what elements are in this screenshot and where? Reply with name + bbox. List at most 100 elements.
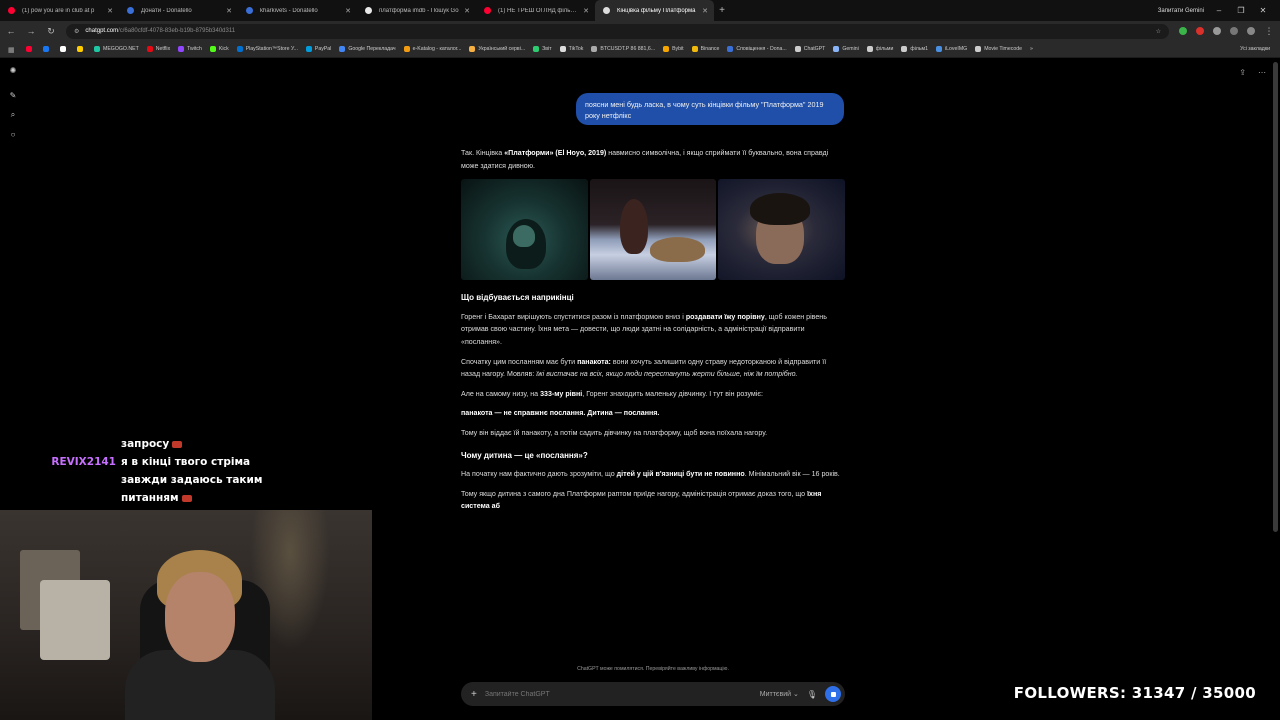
bookmark-item[interactable]: Google Перекладач: [339, 46, 396, 52]
bookmark-item[interactable]: PlayStation™Store У...: [236, 46, 298, 52]
chat-header-actions: ⇪ ⋯: [1239, 68, 1266, 77]
close-tab-icon[interactable]: ✕: [345, 7, 351, 15]
bookmark-star-icon[interactable]: ☆: [1156, 28, 1161, 35]
bookmark-label: PayPal: [314, 46, 332, 52]
bookmark-label: iLoveIMG: [945, 46, 968, 52]
bookmark-item[interactable]: Звіт: [533, 46, 552, 52]
bookmark-item[interactable]: Український серві...: [469, 46, 525, 52]
browser-tab[interactable]: kharkivets - Donatello ✕: [238, 0, 357, 21]
answer-image-gallery: [461, 179, 846, 281]
bookmark-item[interactable]: BTCUSDT.P 86 881,6...: [591, 46, 655, 52]
bookmark-item[interactable]: фільм1: [901, 46, 928, 52]
bookmark-item[interactable]: Gemini: [833, 46, 859, 52]
stop-generating-button[interactable]: [825, 686, 841, 702]
new-tab-button[interactable]: +: [714, 5, 730, 16]
bookmark-item[interactable]: [60, 46, 69, 52]
minimize-icon[interactable]: –: [1212, 6, 1226, 15]
openai-logo-icon[interactable]: ✺: [10, 66, 17, 75]
answer-paragraph-6: На початку нам фактично дають зрозуміти,…: [461, 470, 840, 479]
bookmark-item[interactable]: Binance: [691, 46, 719, 52]
assistant-message: Так. Кінцівка «Платформи» (El Hoyo, 2019…: [461, 147, 846, 520]
bookmark-favicon-icon: [94, 46, 100, 52]
bookmark-item[interactable]: e-Katalog - каталог...: [403, 46, 461, 52]
bookmark-favicon-icon: [591, 46, 598, 52]
share-icon[interactable]: ⇪: [1239, 68, 1246, 77]
bookmark-favicon-icon: [146, 46, 153, 52]
browser-menu-icon[interactable]: ⋮: [1264, 26, 1274, 37]
browser-tab[interactable]: платформа imdb - Пошук Go ✕: [357, 0, 476, 21]
prompt-input[interactable]: [484, 690, 752, 698]
bookmark-item[interactable]: Bybit: [663, 46, 684, 52]
bookmark-favicon-icon: [403, 46, 410, 52]
bookmark-item[interactable]: Netflix: [146, 46, 170, 52]
answer-paragraph-4: панакота — не справжнє послання. Дитина …: [461, 409, 660, 418]
bookmark-label: Twitch: [187, 46, 202, 52]
bookmark-favicon-icon: [533, 46, 540, 52]
bookmark-item[interactable]: Movie Timecode: [975, 46, 1022, 52]
bookmark-item[interactable]: [77, 46, 86, 52]
bookmark-favicon-icon: [866, 46, 873, 52]
bookmark-label: Bybit: [672, 46, 684, 52]
bookmark-label: MEGOGO.NET: [103, 46, 139, 52]
bookmark-label: Сповіщення - Dona...: [736, 46, 787, 52]
bookmarks-overflow-button[interactable]: »: [1030, 46, 1033, 52]
apps-grid-icon[interactable]: ▦: [8, 46, 15, 54]
bookmark-item[interactable]: MEGOGO.NET: [94, 46, 139, 52]
page-scrollbar[interactable]: [1273, 62, 1278, 532]
bookmark-label: Український серві...: [478, 46, 526, 52]
bookmark-label: Звіт: [542, 46, 552, 52]
gemini-button[interactable]: Запитати Gemini: [1158, 8, 1204, 14]
close-tab-icon[interactable]: ✕: [583, 7, 589, 15]
search-chats-icon[interactable]: ⌕: [11, 110, 15, 120]
bookmark-favicon-icon: [209, 46, 216, 52]
new-chat-icon[interactable]: ✎: [10, 91, 17, 100]
bookmark-label: Gemini: [842, 46, 859, 52]
site-info-icon[interactable]: ⚙: [74, 28, 79, 35]
bookmark-item[interactable]: PayPal: [305, 46, 332, 52]
bookmark-favicon-icon: [559, 46, 566, 52]
profile-avatar-icon[interactable]: [1247, 27, 1255, 35]
microphone-icon[interactable]: 🎙: [807, 690, 817, 699]
bookmark-item[interactable]: фільми: [866, 46, 893, 52]
bookmark-item[interactable]: Twitch: [178, 46, 202, 52]
browser-tab[interactable]: Кінцівка фільму Платформа ✕: [595, 0, 714, 21]
extensions-puzzle-icon[interactable]: [1230, 27, 1238, 35]
close-tab-icon[interactable]: ✕: [226, 7, 232, 15]
address-bar[interactable]: ⚙ chatgpt.com/c/6a80cfdf-4078-83eb-b19b-…: [66, 23, 1169, 39]
bookmark-item[interactable]: [43, 46, 52, 52]
bookmark-item[interactable]: TikTok: [559, 46, 583, 52]
bookmark-item[interactable]: iLoveIMG: [936, 46, 967, 52]
close-tab-icon[interactable]: ✕: [702, 7, 708, 15]
movie-still-image-1[interactable]: [461, 179, 588, 281]
close-tab-icon[interactable]: ✕: [107, 7, 113, 15]
answer-intro: Так. Кінцівка «Платформи» (El Hoyo, 2019…: [461, 149, 829, 170]
model-mode-selector[interactable]: Миттєвий ⌄: [760, 690, 799, 698]
bookmark-label: Kick: [218, 46, 229, 52]
extension-shield-icon[interactable]: [1179, 27, 1187, 35]
extension-red-icon[interactable]: [1196, 27, 1204, 35]
add-attachment-icon[interactable]: +: [471, 689, 477, 700]
tab-favicon-icon: [603, 7, 610, 14]
movie-still-image-3[interactable]: [718, 179, 846, 281]
browser-tab[interactable]: (1) НЕ ТРЕШ ОГЛЯД фільму П ✕: [476, 0, 595, 21]
tab-title: Донати - Donatello: [141, 7, 192, 14]
bookmark-item[interactable]: Сповіщення - Dona...: [727, 46, 787, 52]
movie-still-image-2[interactable]: [589, 179, 717, 281]
tab-favicon-icon: [484, 7, 491, 14]
bookmark-item[interactable]: Kick: [209, 46, 229, 52]
bookmark-item[interactable]: ChatGPT: [794, 46, 825, 52]
maximize-icon[interactable]: ❐: [1234, 6, 1248, 15]
close-window-icon[interactable]: ✕: [1256, 6, 1270, 15]
chats-icon[interactable]: ○: [11, 130, 16, 139]
browser-tab[interactable]: Донати - Donatello ✕: [119, 0, 238, 21]
back-icon[interactable]: ←: [6, 26, 16, 36]
browser-tab[interactable]: (1) pow you are in club at p ✕: [0, 0, 119, 21]
forward-icon[interactable]: →: [26, 26, 36, 36]
reload-icon[interactable]: ↻: [46, 26, 56, 37]
close-tab-icon[interactable]: ✕: [464, 7, 470, 15]
all-bookmarks-button[interactable]: Усі закладки: [1240, 46, 1280, 52]
bookmarks-bar: ▦ MEGOGO.NET Netflix Twitch Kick PlayStation…: [0, 41, 1280, 58]
extension-gear-icon[interactable]: [1213, 27, 1221, 35]
bookmark-item[interactable]: [26, 46, 35, 52]
more-options-icon[interactable]: ⋯: [1258, 68, 1266, 77]
